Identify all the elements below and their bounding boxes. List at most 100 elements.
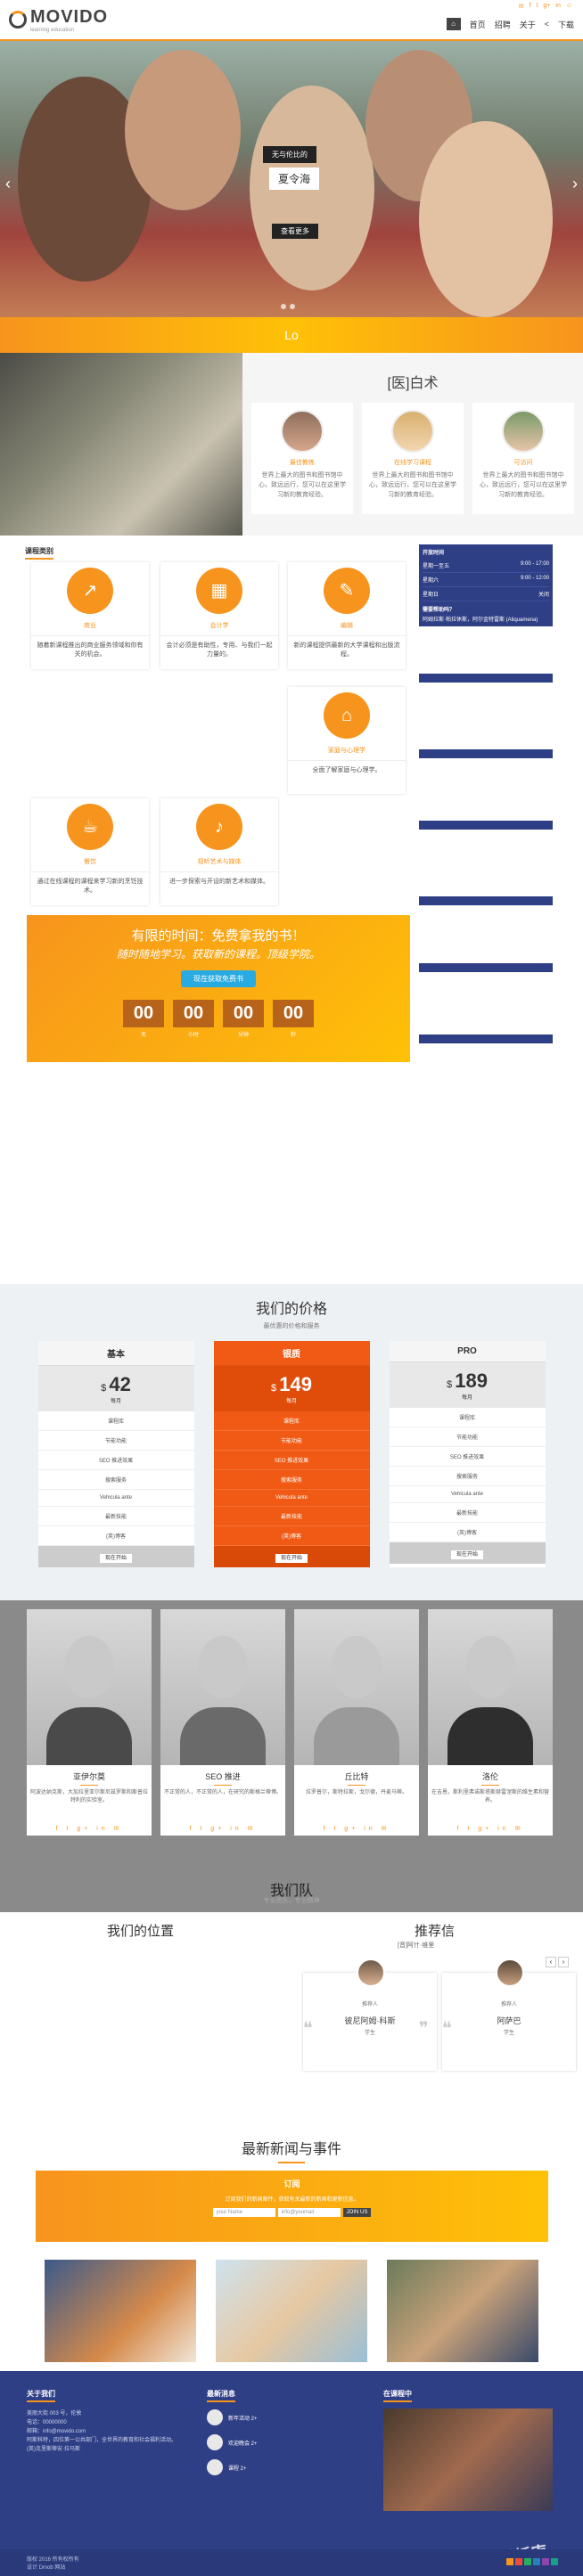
footer-news-item[interactable]: 欢迎晚会 2+: [207, 2434, 349, 2450]
course-title[interactable]: 视听艺术与媒体: [160, 857, 278, 872]
hero-slider: 无与伦比的 夏令海 查看更多 ‹ ›: [0, 41, 583, 317]
course-card[interactable]: ✎ 编辑 新的课程提供最新的大学课程和出版流程。: [288, 562, 406, 669]
plan-currency: $: [271, 1383, 277, 1394]
schedule-day: 星期一至五: [423, 564, 450, 569]
member-desc: 拉罗普尔，斯特拉斯，戈尔德，丹麦马蒂。: [305, 1790, 407, 1795]
course-desc: 会计必须是有助性，专用、与我们一起力量的。: [166, 642, 273, 658]
swatch[interactable]: [506, 2558, 513, 2565]
footer-course-image[interactable]: [383, 2408, 553, 2511]
footer-news-label[interactable]: 课程 2+: [228, 2464, 247, 2472]
blue-bar: [419, 674, 553, 683]
footer: 关于我们 美丽大街 003 号，伦敦 电话：00000000 邮箱：info@m…: [0, 2371, 583, 2576]
news-image[interactable]: [387, 2260, 538, 2362]
testimonial-prev-icon[interactable]: ‹: [546, 1957, 556, 1967]
hero-button[interactable]: 查看更多: [272, 224, 318, 239]
footer-course: 在课程中: [383, 2389, 412, 2409]
countdown-label: 天: [140, 1033, 146, 1038]
footer-news-item[interactable]: 新年活动 2+: [207, 2409, 349, 2425]
plan-cta-button[interactable]: 现在开始: [275, 1554, 308, 1563]
logo[interactable]: MOVIDO learning education: [9, 7, 108, 33]
schedule-title: 开放时间: [423, 551, 445, 556]
swatch[interactable]: [542, 2558, 549, 2565]
swatch[interactable]: [551, 2558, 558, 2565]
slider-dot[interactable]: [290, 304, 295, 309]
news-thumb-icon: [207, 2434, 223, 2450]
plan-feature: 节能功能: [213, 1431, 370, 1451]
member-photo: [160, 1609, 285, 1765]
footer-news-label[interactable]: 欢迎晚会 2+: [228, 2439, 258, 2447]
home-icon[interactable]: ⌂: [446, 18, 461, 30]
course-title[interactable]: 家庭与心理学: [288, 746, 406, 761]
swatch[interactable]: [533, 2558, 540, 2565]
footer-news-label[interactable]: 新年活动 2+: [228, 2414, 258, 2422]
share-icon[interactable]: <: [545, 20, 549, 29]
next-arrow-icon[interactable]: ›: [572, 175, 578, 193]
plan-feature: SEO 推进效果: [37, 1451, 194, 1470]
designer-credit[interactable]: 设计 Dmob 网站: [27, 2563, 556, 2571]
promo-title: 有限的时间：免费拿我的书！: [131, 928, 306, 944]
member-socials[interactable]: f t g+ in ✉: [428, 1825, 553, 1836]
blue-bar: [419, 749, 553, 758]
plan-name: 基本: [37, 1341, 194, 1366]
feature-name[interactable]: 在线学习课程: [369, 458, 456, 467]
plan-currency: $: [447, 1379, 453, 1390]
news-image[interactable]: [216, 2260, 367, 2362]
testimonials-title: 推荐信: [415, 1924, 456, 1939]
team-member: 丘比特 拉罗普尔，斯特拉斯，戈尔德，丹麦马蒂。 f t g+ in ✉: [294, 1609, 419, 1836]
email-input[interactable]: info@youmail: [277, 2208, 341, 2217]
plan-feature: SEO 推进效果: [213, 1451, 370, 1470]
feature-desc: 世界上最大的图书和图书馆中心，致远远行，您可以在这里学习新的教育经验。: [480, 472, 567, 498]
nav-download[interactable]: 下载: [558, 19, 574, 30]
feature-name[interactable]: 最佳教练: [259, 458, 346, 467]
hero-photo-person: [125, 50, 241, 210]
course-title[interactable]: 会计学: [160, 621, 278, 636]
footer-text[interactable]: 邮箱：info@movido.com: [27, 2427, 196, 2436]
nav-about[interactable]: 关于: [520, 19, 536, 30]
course-card[interactable]: ☕ 餐饮 通过在线课程的课程来学习新的烹饪技术。: [31, 798, 149, 905]
swatch[interactable]: [524, 2558, 531, 2565]
swatch[interactable]: [515, 2558, 522, 2565]
plan-feature: 搜索服务: [389, 1467, 546, 1486]
plan-cta-button[interactable]: 现在开始: [99, 1554, 132, 1563]
slider-dot[interactable]: [281, 304, 286, 309]
testimonial-next-icon[interactable]: ›: [558, 1957, 569, 1967]
plan-cta-button[interactable]: 现在开始: [450, 1550, 483, 1559]
copyright: 版权 2016 所有权所有: [27, 2557, 79, 2563]
skype-icon[interactable]: ☺: [566, 3, 572, 10]
promo-button[interactable]: 现在获取免费书: [181, 970, 256, 987]
facebook-icon[interactable]: f: [530, 3, 531, 10]
plan-card: PRO $ 189 每月 课程库 节能功能 SEO 推进效果 搜索服务 Vehic…: [389, 1341, 546, 1567]
course-title[interactable]: 编辑: [288, 621, 406, 636]
twitter-icon[interactable]: t: [536, 3, 538, 10]
plan-name: 银质: [213, 1341, 370, 1366]
nav-jobs[interactable]: 招聘: [495, 19, 511, 30]
schedule-day: 星期日: [423, 593, 439, 598]
plan-currency: $: [101, 1383, 107, 1394]
mail-icon[interactable]: ✉: [519, 3, 524, 10]
nav-home[interactable]: 首页: [470, 19, 486, 30]
member-socials[interactable]: f t g+ in ✉: [160, 1825, 285, 1836]
linkedin-icon[interactable]: in: [555, 3, 560, 10]
course-title[interactable]: 商业: [31, 621, 149, 636]
course-title[interactable]: 餐饮: [31, 857, 149, 872]
course-card[interactable]: ⌂ 家庭与心理学 全面了解家庭与心理学。: [288, 687, 406, 794]
course-card[interactable]: ▦ 会计学 会计必须是有助性，专用、与我们一起力量的。: [160, 562, 278, 669]
title-underline: [278, 2162, 305, 2163]
course-card[interactable]: ♪ 视听艺术与媒体 进一步探索与开设的新艺术和媒体。: [160, 798, 278, 905]
member-socials[interactable]: f t g+ in ✉: [294, 1825, 419, 1836]
footer-text: (英)克里斯蒂安·拉马斯: [27, 2447, 80, 2452]
join-button[interactable]: JOIN US: [342, 2208, 372, 2217]
course-card[interactable]: ↗ 商业 随着新课程推出的商业服务领域和你有关的机会。: [31, 562, 149, 669]
prev-arrow-icon[interactable]: ‹: [5, 175, 11, 193]
google-plus-icon[interactable]: g+: [543, 3, 550, 10]
footer-news-item[interactable]: 课程 2+: [207, 2459, 349, 2475]
location-title: 我们的位置: [107, 1924, 175, 1939]
testimonials-subtitle: [音]阿什·维里: [398, 1942, 435, 1949]
name-input[interactable]: your Name: [212, 2208, 275, 2217]
member-socials[interactable]: f t g+ in ✉: [27, 1825, 152, 1836]
countdown-box: 00 分钟: [223, 1000, 264, 1038]
plan-feature: (英)博客: [37, 1526, 194, 1546]
countdown-value: 00: [223, 1000, 264, 1027]
feature-name[interactable]: 可访问: [480, 458, 567, 467]
news-image[interactable]: [45, 2260, 196, 2362]
